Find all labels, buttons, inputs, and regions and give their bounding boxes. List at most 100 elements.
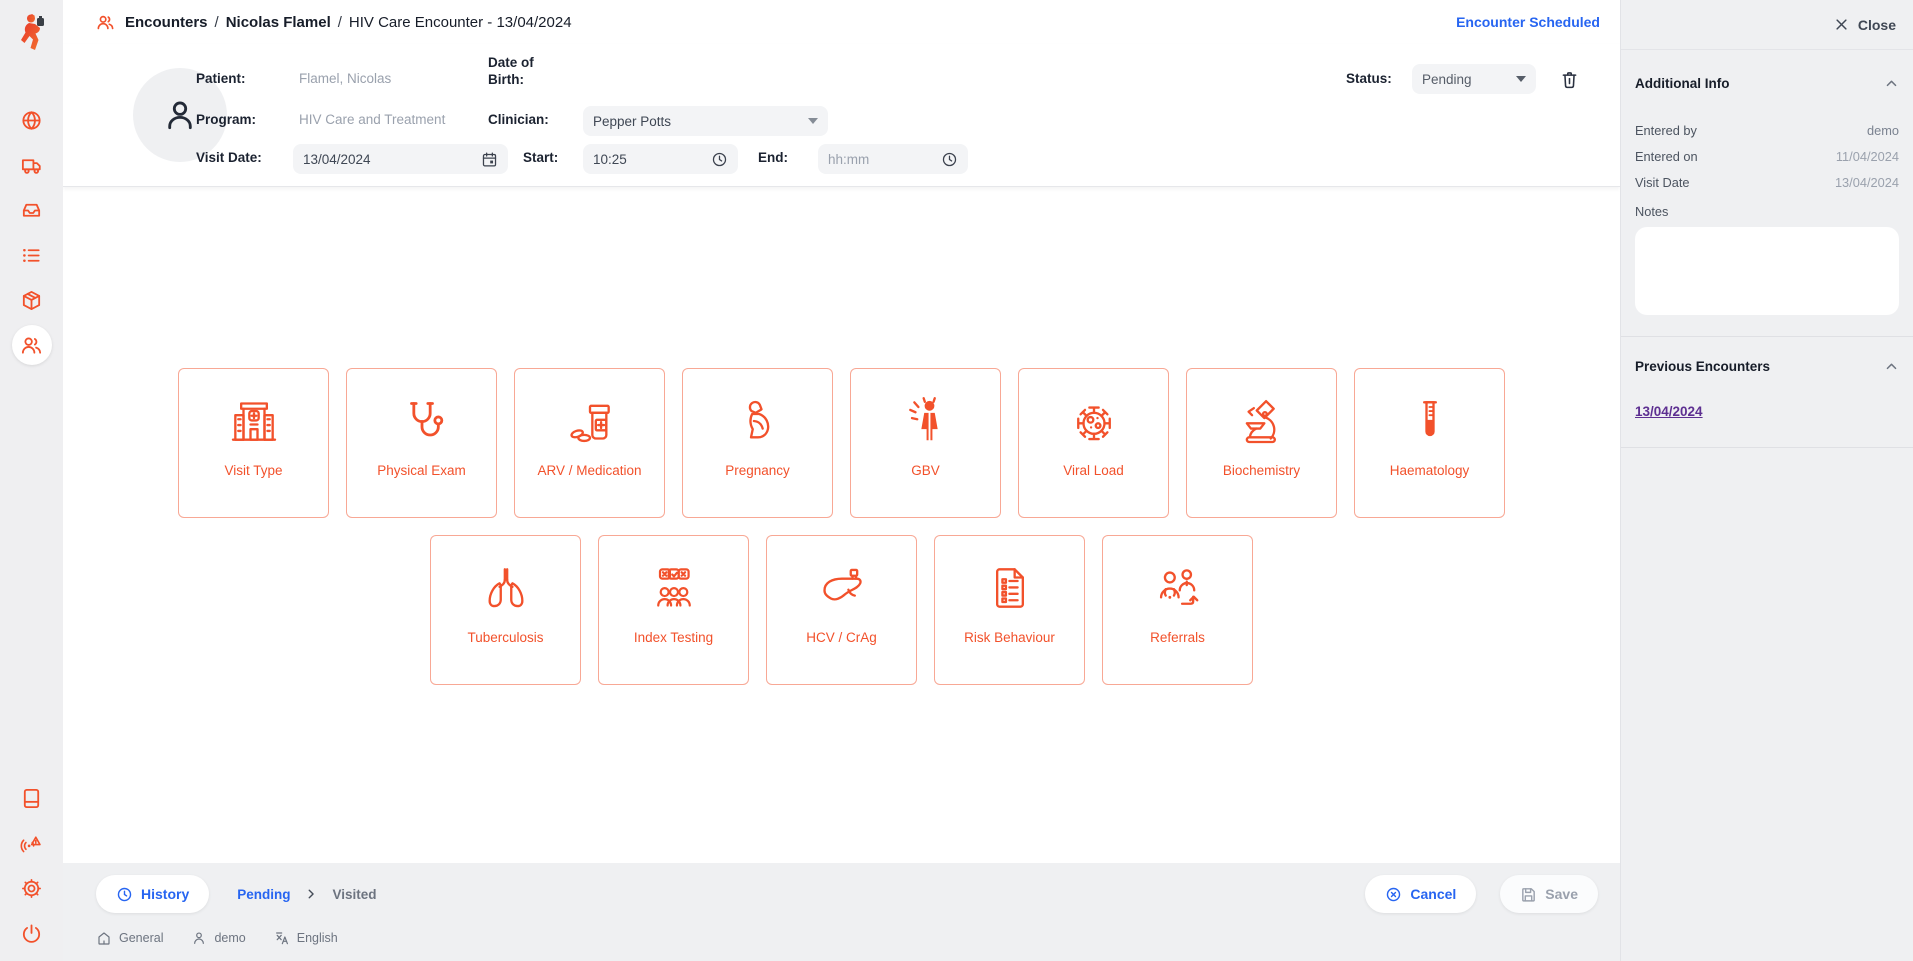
save-floppy-icon [1520,886,1537,903]
info-row-entered-on: Entered on 11/04/2024 [1635,149,1899,164]
card-arv-medication[interactable]: ARV / Medication [514,368,665,518]
start-time-field [583,144,738,174]
start-time-input[interactable] [593,152,703,167]
signal-alert-icon [20,832,43,855]
dob-label: Date of Birth: [488,55,558,89]
index-testing-icon [646,558,702,618]
patient-header-card: Patient: Flamel, Nicolas Date of Birth: … [63,44,1620,187]
sidebar-item-alerts[interactable] [12,823,52,863]
sidebar-item-docs[interactable] [12,778,52,818]
step-pending[interactable]: Pending [237,887,290,902]
sidebar-item-globe[interactable] [12,100,52,140]
virus-icon [1066,391,1122,451]
footer-language-label: English [297,931,338,945]
card-referrals[interactable]: Referrals [1102,535,1253,685]
card-label: Biochemistry [1223,463,1300,478]
card-label: GBV [911,463,940,478]
footer-general-label: General [119,931,163,945]
visit-date-input[interactable] [303,152,473,167]
task-list-icon [20,244,43,267]
right-panel: Close Additional Info Entered by demo En… [1620,0,1913,961]
breadcrumb-separator: / [215,14,219,31]
truck-icon [20,154,43,177]
close-panel-button[interactable]: Close [1621,0,1913,50]
gear-icon [20,877,43,900]
status-steps: Pending Visited [237,887,376,902]
lungs-icon [478,558,534,618]
status-select[interactable]: Pending [1412,64,1536,94]
history-clock-icon [116,886,133,903]
history-button[interactable]: History [96,875,209,913]
status-label: Status: [1346,71,1392,88]
additional-info-title: Additional Info [1635,76,1729,91]
encounter-scheduled-link[interactable]: Encounter Scheduled [1456,14,1600,30]
card-tuberculosis[interactable]: Tuberculosis [430,535,581,685]
sidebar-item-task-list[interactable] [12,235,52,275]
bottom-bar: History Pending Visited Cancel [63,863,1620,961]
card-label: Visit Type [224,463,282,478]
card-gbv[interactable]: GBV [850,368,1001,518]
notes-label: Notes [1635,204,1899,219]
card-pregnancy[interactable]: Pregnancy [682,368,833,518]
end-time-input[interactable] [828,152,933,167]
visit-date-label: Visit Date: [196,150,262,167]
sidebar-item-patients[interactable] [12,325,52,365]
footer-language[interactable]: English [274,930,338,946]
patient-label: Patient: [196,71,246,88]
footer-general[interactable]: General [96,930,163,946]
cancel-button[interactable]: Cancel [1365,875,1476,913]
liver-icon [814,558,870,618]
medication-icon [562,391,618,451]
info-row-visit-date: Visit Date 13/04/2024 [1635,175,1899,190]
sidebar-item-inbox[interactable] [12,190,52,230]
main-area: Encounters / Nicolas Flamel / HIV Care E… [63,0,1620,961]
previous-encounters-title: Previous Encounters [1635,359,1770,374]
footer: General demo English [96,930,1598,946]
step-visited[interactable]: Visited [332,887,376,902]
card-label: Physical Exam [377,463,466,478]
chevron-down-icon [808,118,818,124]
end-time-field [818,144,968,174]
app-window: Encounters / Nicolas Flamel / HIV Care E… [0,0,1913,961]
notes-textarea[interactable] [1635,227,1899,315]
inbox-icon [20,199,43,222]
sidebar-item-logout[interactable] [12,913,52,953]
chevron-down-icon [1516,76,1526,82]
breadcrumb-current: HIV Care Encounter - 13/04/2024 [349,14,572,31]
chevron-up-icon[interactable] [1884,359,1899,374]
card-label: Pregnancy [725,463,790,478]
app-logo-icon [14,12,50,52]
checklist-icon [982,558,1038,618]
sidebar-item-dispatch[interactable] [12,145,52,185]
stethoscope-icon [394,391,450,451]
sidebar-item-settings[interactable] [12,868,52,908]
card-label: ARV / Medication [537,463,641,478]
previous-encounter-link[interactable]: 13/04/2024 [1635,404,1703,419]
card-physical-exam[interactable]: Physical Exam [346,368,497,518]
delete-encounter-button[interactable] [1555,65,1583,93]
program-value: HIV Care and Treatment [299,112,445,127]
breadcrumb-patient[interactable]: Nicolas Flamel [226,14,331,31]
info-row-entered-by: Entered by demo [1635,123,1899,138]
sidebar [0,0,63,961]
card-hcv-crag[interactable]: HCV / CrAg [766,535,917,685]
footer-user-label: demo [214,931,245,945]
save-button[interactable]: Save [1500,875,1598,913]
clinician-select[interactable]: Pepper Potts [583,106,828,136]
card-haematology[interactable]: Haematology [1354,368,1505,518]
sidebar-item-stock[interactable] [12,280,52,320]
card-label: Index Testing [634,630,713,645]
globe-icon [20,109,43,132]
card-index-testing[interactable]: Index Testing [598,535,749,685]
card-risk-behaviour[interactable]: Risk Behaviour [934,535,1085,685]
breadcrumb-encounters[interactable]: Encounters [125,14,208,31]
card-biochemistry[interactable]: Biochemistry [1186,368,1337,518]
tablet-icon [20,787,43,810]
card-viral-load[interactable]: Viral Load [1018,368,1169,518]
card-label: Haematology [1390,463,1470,478]
footer-user[interactable]: demo [191,930,245,946]
trash-icon [1559,69,1580,90]
card-visit-type[interactable]: Visit Type [178,368,329,518]
chevron-up-icon[interactable] [1884,76,1899,91]
close-icon [1834,17,1849,32]
